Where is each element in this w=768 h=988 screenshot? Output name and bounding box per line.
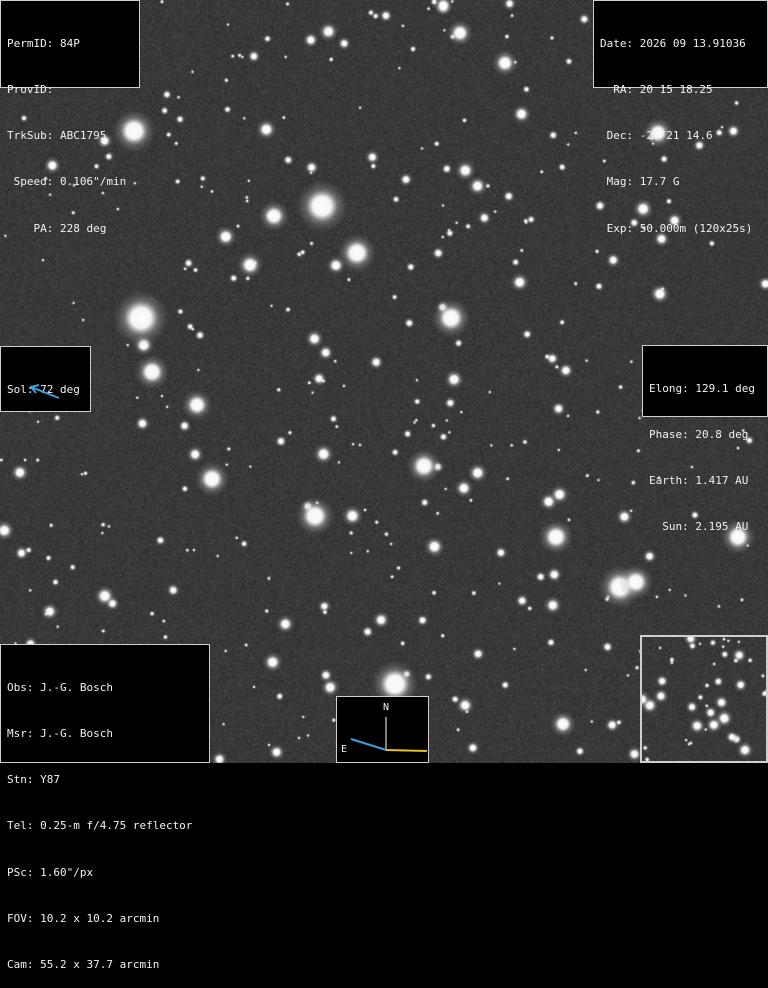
position-angle: PA: 228 deg <box>7 221 107 235</box>
trk-sub: TrkSub: ABC1795 <box>7 129 107 143</box>
compass-rose: N E <box>336 696 429 763</box>
compass-arrows-icon <box>350 717 428 752</box>
sun-distance: Sun: 2.195 AU <box>649 520 749 534</box>
pixel-scale: PSc: 1.60"/px <box>7 865 94 879</box>
inset-star-field <box>642 637 766 761</box>
geometry-panel: Elong: 129.1 deg Phase: 20.8 deg Earth: … <box>642 345 768 533</box>
magnitude: Mag: 17.7 G <box>600 175 680 189</box>
observation-info-panel: Date: 2026 09 13.91036 RA: 20 15 18.25 D… <box>593 0 768 235</box>
elongation: Elong: 129.1 deg <box>649 381 755 395</box>
obs-date: Date: 2026 09 13.91036 <box>600 36 746 50</box>
right-ascension: RA: 20 15 18.25 <box>600 83 713 97</box>
sun-direction-panel: Sol: 72 deg <box>0 346 91 412</box>
camera-fov: Cam: 55.2 x 37.7 arcmin <box>7 958 160 972</box>
prov-id: ProvID: <box>7 83 54 97</box>
speed: Speed: 0.106"/min <box>7 175 127 189</box>
observer: Obs: J.-G. Bosch <box>7 680 113 694</box>
measurer: Msr: J.-G. Bosch <box>7 727 113 741</box>
declination: Dec: -26 21 14.6 <box>600 129 713 143</box>
telescope: Tel: 0.25-m f/4.75 reflector <box>7 819 193 833</box>
exposure: Exp: 50.000m (120x25s) <box>600 221 753 235</box>
sun-direction-arrow-icon <box>29 384 60 399</box>
observer-panel: Obs: J.-G. Bosch Msr: J.-G. Bosch Stn: Y… <box>0 644 210 971</box>
perm-id: PermID: 84P <box>7 36 80 50</box>
object-info-panel: PermID: 84P ProvID: TrkSub: ABC1795 Spee… <box>0 0 140 235</box>
earth-distance: Earth: 1.417 AU <box>649 474 749 488</box>
station: Stn: Y87 <box>7 773 60 787</box>
field-of-view: FOV: 10.2 x 10.2 arcmin <box>7 911 160 925</box>
object-inset-view <box>640 635 768 763</box>
phase: Phase: 20.8 deg <box>649 428 749 442</box>
